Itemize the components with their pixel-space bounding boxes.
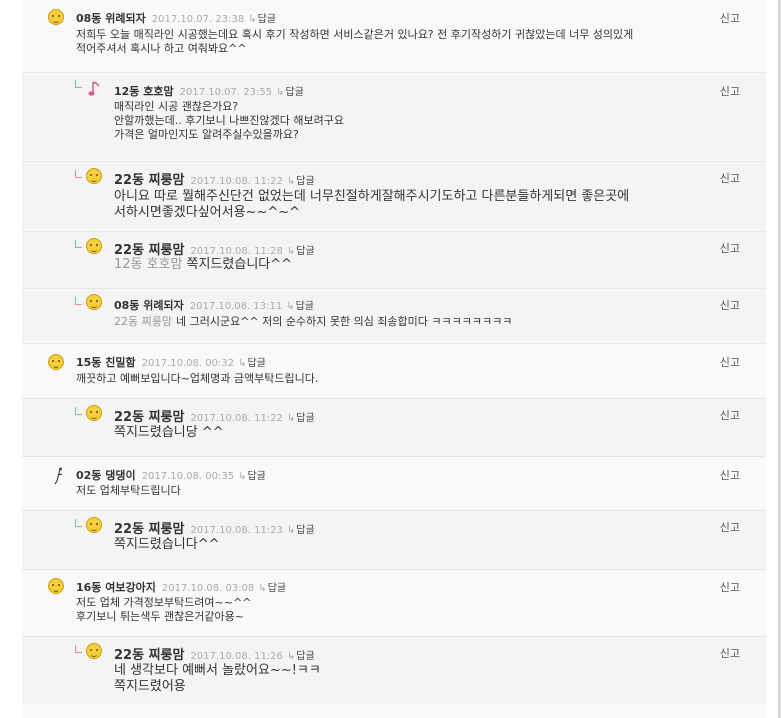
comment: 08동 위례되자 2017.10.07. 23:38 ↳답글 신고 저희두 오늘 매… <box>22 0 766 72</box>
comment-list: 08동 위례되자 2017.10.07. 23:38 ↳답글 신고 저희두 오늘 매… <box>22 0 766 718</box>
comment-body: 저희두 오늘 매직라인 시공했는데요 혹시 후기 작성하면 서비스같은거 있나요… <box>76 28 634 55</box>
reply-indent-icon <box>75 80 82 88</box>
comment-date: 2017.10.08. 11:23 <box>190 525 283 536</box>
comment-author[interactable]: 22동 찌룽맘 <box>114 243 184 258</box>
comment-date: 2017.10.08. 11:28 <box>190 246 283 257</box>
comment-date: 2017.10.08. 00:32 <box>141 358 235 369</box>
comment-body: 아니요 따로 뭘해주신단건 없었는데 너무친절하게잘해주시기도하고 다른분들하게… <box>114 189 630 220</box>
reply-comment: 22동 찌룽맘 2017.10.08. 11:23 ↳답글 신고 쪽지드렸습니다^^ <box>22 510 766 569</box>
smiley-avatar-icon <box>48 9 64 25</box>
comment-author[interactable]: 16동 여보강아지 <box>76 581 156 594</box>
comment-body: 22동 찌룽맘 네 그러시군요^^ 저의 순수하지 못한 의심 죄송합미다 ㅋㅋㅋ… <box>114 315 513 328</box>
reply-comment: 22동 찌룽맘 2017.10.08. 11:28 ↳답글 신고 12동 호호맘 쪽지… <box>22 231 766 288</box>
reply-comment: 22동 찌룽맘 2017.10.08. 11:22 ↳답글 신고 쪽지드렸습니당 ^… <box>22 398 766 456</box>
report-button[interactable]: 신고 <box>720 407 740 423</box>
comment-date: 2017.10.08. 13:11 <box>189 301 283 312</box>
comment-date: 2017.10.08. 03:08 <box>161 583 255 594</box>
report-button[interactable]: 신고 <box>720 519 740 535</box>
reply-comment: 08동 위례되자 2017.10.08. 13:11 ↳답글 신고 22동 찌룽맘 네… <box>22 288 766 343</box>
report-button[interactable]: 신고 <box>720 240 740 256</box>
reply-arrow-icon: ↳ <box>238 471 247 482</box>
report-button[interactable]: 신고 <box>720 10 740 26</box>
comment-body: 네 생각보다 예뻐서 놀랐어요~~!ㅋㅋ 쪽지드렸어용 <box>114 663 321 694</box>
reply-button[interactable]: ↳답글 <box>287 651 315 662</box>
reply-button[interactable]: ↳답글 <box>287 413 315 424</box>
comment-author[interactable]: 12동 호호맘 <box>114 85 174 98</box>
reply-arrow-icon: ↳ <box>238 358 247 369</box>
comment: 02동 댕댕이 2017.10.08. 00:35 ↳답글 신고 저도 업체부탁드립… <box>22 456 766 510</box>
comment-body: 쪽지드렸습니다^^ <box>114 537 220 552</box>
reply-arrow-icon: ↳ <box>286 651 296 662</box>
reply-indent-icon <box>75 519 82 527</box>
mention-link[interactable]: 22동 찌룽맘 <box>114 315 172 328</box>
reply-indent-icon <box>75 407 82 415</box>
reply-arrow-icon: ↳ <box>276 87 285 98</box>
reply-arrow-icon: ↳ <box>286 413 296 424</box>
smiley-avatar-icon <box>86 294 102 310</box>
reply-arrow-icon: ↳ <box>286 246 296 257</box>
reply-button[interactable]: ↳답글 <box>258 583 286 594</box>
reply-button[interactable]: ↳답글 <box>276 87 304 98</box>
comment: 16동 여보강아지 2017.10.08. 03:08 ↳답글 신고 저도 업체 가… <box>22 569 766 636</box>
music-note-avatar-icon <box>88 80 104 96</box>
report-button[interactable]: 신고 <box>720 467 740 483</box>
smiley-avatar-icon <box>86 168 102 184</box>
comment-author[interactable]: 15동 친밀함 <box>76 356 136 369</box>
comment-author[interactable]: 08동 위례되자 <box>76 12 146 25</box>
comment-date: 2017.10.08. 00:35 <box>141 471 235 482</box>
reply-button[interactable]: ↳답글 <box>286 301 314 312</box>
reply-comment: 12동 호호맘 2017.10.07. 23:55 ↳답글 신고 매직라인 시공 괜… <box>22 72 766 161</box>
comment-author[interactable]: 22동 찌룽맘 <box>114 173 184 188</box>
report-button[interactable]: 신고 <box>720 170 740 186</box>
reply-comment: 22동 찌룽맘 2017.10.08. 11:26 ↳답글 신고 네 생각보다 예뻐… <box>22 636 766 704</box>
comment-date: 2017.10.07. 23:38 <box>151 14 245 25</box>
smiley-avatar-icon <box>48 354 64 370</box>
reply-button[interactable]: ↳답글 <box>238 471 266 482</box>
stick-figure-avatar-icon <box>54 467 70 485</box>
comment-body: 쪽지드렸습니당 ^^ <box>114 425 224 440</box>
comment-author[interactable]: 02동 댕댕이 <box>76 469 136 482</box>
reply-indent-icon <box>75 240 82 248</box>
reply-arrow-icon: ↳ <box>286 525 296 536</box>
smiley-avatar-icon <box>86 517 102 533</box>
reply-arrow-icon: ↳ <box>258 583 267 594</box>
comment-body: 깨끗하고 예뻐보입니다~업체명과 금액부탁드립니다. <box>76 372 319 385</box>
comment-author[interactable]: 22동 찌룽맘 <box>114 410 184 425</box>
reply-indent-icon <box>75 645 82 653</box>
report-button[interactable]: 신고 <box>720 579 740 595</box>
comment-author[interactable]: 22동 찌룽맘 <box>114 522 184 537</box>
report-button[interactable]: 신고 <box>720 297 740 313</box>
comment-date: 2017.10.08. 11:26 <box>190 651 283 662</box>
smiley-avatar-icon <box>86 643 102 659</box>
reply-button[interactable]: ↳답글 <box>287 246 315 257</box>
report-button[interactable]: 신고 <box>720 83 740 99</box>
reply-button[interactable]: ↳답글 <box>238 358 266 369</box>
comment-date: 2017.10.07. 23:55 <box>179 87 273 98</box>
comment-body: 저도 업체부탁드립니다 <box>76 484 181 497</box>
report-button[interactable]: 신고 <box>720 354 740 370</box>
report-button[interactable]: 신고 <box>720 645 740 661</box>
smiley-avatar-icon <box>86 405 102 421</box>
comment-date: 2017.10.08. 11:22 <box>190 176 283 187</box>
comment-date: 2017.10.08. 11:22 <box>190 413 283 424</box>
reply-indent-icon <box>75 297 82 305</box>
reply-comment: 22동 찌룽맘 2017.10.08. 11:22 ↳답글 신고 아니요 따로 뭘해… <box>22 161 766 231</box>
mention-link[interactable]: 12동 호호맘 <box>114 257 183 272</box>
reply-indent-icon <box>75 170 82 178</box>
comment-body: 저도 업체 가격정보부탁드려여~~^^ 후기보니 튀는색두 괜찮은거같아용~ <box>76 596 252 623</box>
comment-body: 12동 호호맘 쪽지드렸습니다^^ <box>114 257 293 272</box>
reply-arrow-icon: ↳ <box>248 14 257 25</box>
comment-body: 매직라인 시공 괜찮은가요? 안할까했는데.. 후기보니 나쁘진않겠다 해보려구… <box>114 100 345 141</box>
comment-author[interactable]: 08동 위례되자 <box>114 299 184 312</box>
smiley-avatar-icon <box>86 238 102 254</box>
reply-button[interactable]: ↳답글 <box>248 14 276 25</box>
reply-arrow-icon: ↳ <box>286 176 296 187</box>
reply-button[interactable]: ↳답글 <box>287 525 315 536</box>
reply-button[interactable]: ↳답글 <box>287 176 315 187</box>
comment: 15동 친밀함 2017.10.08. 00:32 ↳답글 신고 깨끗하고 예뻐보입… <box>22 343 766 398</box>
smiley-avatar-icon <box>48 578 64 594</box>
comment-author[interactable]: 22동 찌룽맘 <box>114 648 184 663</box>
reply-arrow-icon: ↳ <box>286 301 295 312</box>
